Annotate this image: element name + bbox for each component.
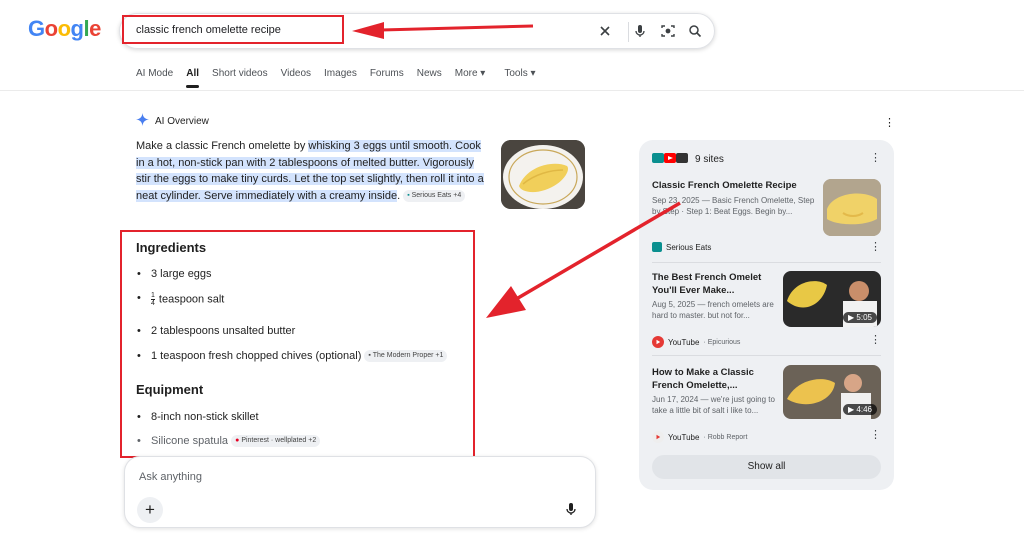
source-card-snippet: Sep 23, 2025 — Basic French Omelette, St… xyxy=(652,196,815,216)
annotation-box-ingredients xyxy=(120,230,475,458)
tab-short-videos[interactable]: Short videos xyxy=(212,68,268,86)
search-tabs: AI Mode All Short videos Videos Images F… xyxy=(136,68,549,88)
arrow-head-ingredients xyxy=(486,286,526,318)
omelette-image[interactable] xyxy=(501,140,585,209)
lens-icon[interactable] xyxy=(660,23,676,39)
youtube-icon xyxy=(652,431,664,443)
ask-input[interactable]: Ask anything xyxy=(139,471,202,483)
tab-ai-mode[interactable]: AI Mode xyxy=(136,68,173,86)
card-divider xyxy=(652,262,881,263)
ai-summary: Make a classic French omelette by whiski… xyxy=(136,138,486,204)
summary-text: Make a classic French omelette by xyxy=(136,140,309,152)
panel-more-icon[interactable]: ⋮ xyxy=(870,153,881,164)
header-divider xyxy=(0,90,1024,91)
close-icon[interactable] xyxy=(597,23,613,39)
source-chip-serious-eats[interactable]: ▪ Serious Eats +4 xyxy=(403,189,466,202)
tab-videos[interactable]: Videos xyxy=(281,68,311,86)
video-thumbnail[interactable]: ▶ 4:46 xyxy=(783,365,881,419)
card-more-icon[interactable]: ⋮ xyxy=(870,242,881,253)
search-icon[interactable] xyxy=(687,23,703,39)
tab-news[interactable]: News xyxy=(417,68,442,86)
ask-anything-box[interactable]: Ask anything + xyxy=(124,456,596,528)
tab-more[interactable]: More ▾ xyxy=(455,68,486,86)
sparkle-icon xyxy=(136,113,149,129)
tab-images[interactable]: Images xyxy=(324,68,357,86)
source-card-snippet: Aug 5, 2025 — french omelets are hard to… xyxy=(652,300,774,320)
ai-overview-label: AI Overview xyxy=(155,115,209,127)
source-card-title[interactable]: Classic French Omelette Recipe xyxy=(652,180,812,193)
card-more-icon[interactable]: ⋮ xyxy=(870,430,881,441)
video-duration: ▶ 5:05 xyxy=(843,312,877,323)
tab-forums[interactable]: Forums xyxy=(370,68,404,86)
tab-tools[interactable]: Tools ▾ xyxy=(504,68,535,86)
card-divider xyxy=(652,355,881,356)
mic-icon[interactable] xyxy=(632,23,648,39)
add-button[interactable]: + xyxy=(137,497,163,523)
omelette-thumbnail[interactable] xyxy=(823,179,881,236)
tab-all[interactable]: All xyxy=(186,68,199,88)
site-favicons-icon xyxy=(652,152,690,167)
google-logo[interactable]: Google xyxy=(28,16,101,42)
source-attribution[interactable]: YouTube · Epicurious xyxy=(652,336,740,348)
more-options-icon[interactable]: ⋮ xyxy=(884,116,895,129)
source-card-title[interactable]: The Best French Omelet You'll Ever Make.… xyxy=(652,272,777,297)
video-thumbnail[interactable]: ▶ 5:05 xyxy=(783,271,881,327)
source-card-title[interactable]: How to Make a Classic French Omelette,..… xyxy=(652,367,777,392)
video-duration: ▶ 4:46 xyxy=(843,404,877,415)
annotation-box-search xyxy=(122,15,344,44)
serious-eats-icon xyxy=(652,242,662,252)
source-attribution[interactable]: Serious Eats xyxy=(652,242,711,252)
mic-icon[interactable] xyxy=(563,501,579,517)
sources-count[interactable]: 9 sites xyxy=(652,152,724,167)
show-all-button[interactable]: Show all xyxy=(652,455,881,479)
youtube-icon xyxy=(652,336,664,348)
card-more-icon[interactable]: ⋮ xyxy=(870,335,881,346)
search-divider xyxy=(628,22,629,42)
source-attribution[interactable]: YouTube · Robb Report xyxy=(652,431,747,443)
ai-overview-header: AI Overview xyxy=(136,113,209,129)
summary-end: . xyxy=(397,189,401,202)
source-card-snippet: Jun 17, 2024 — we're just going to take … xyxy=(652,395,775,415)
